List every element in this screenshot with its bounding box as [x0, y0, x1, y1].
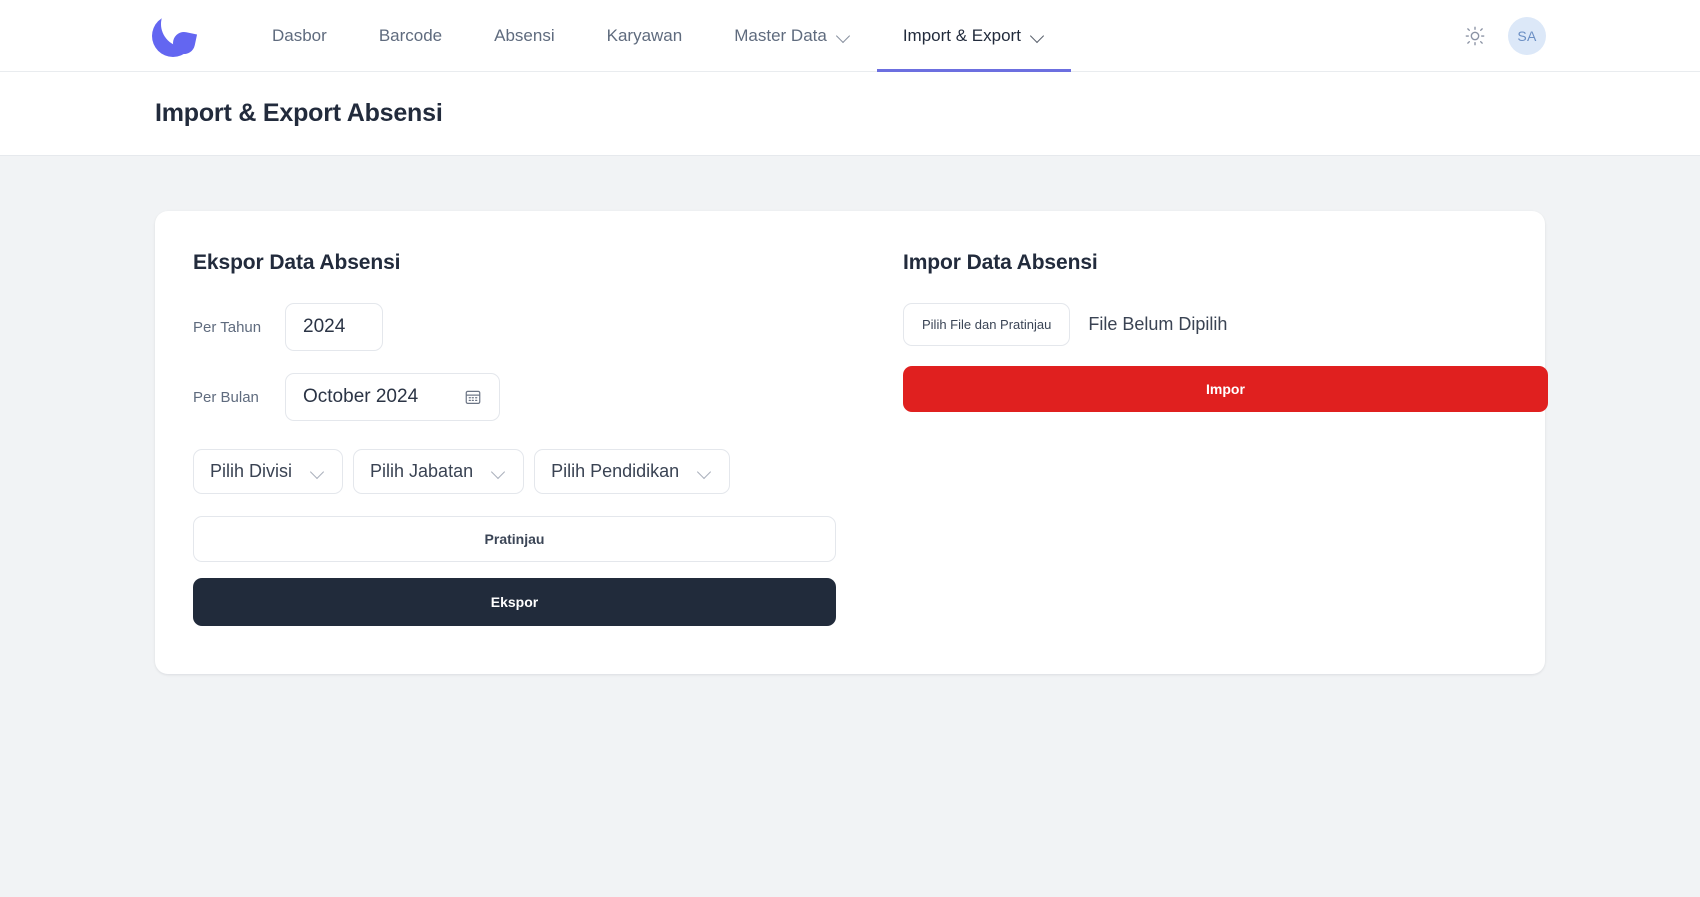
export-panel-title: Ekspor Data Absensi [193, 251, 883, 275]
avatar[interactable]: SA [1508, 17, 1546, 55]
file-status-text: File Belum Dipilih [1088, 314, 1227, 335]
app-logo-icon[interactable] [150, 13, 196, 59]
nav-label-import-export: Import & Export [903, 26, 1021, 46]
chevron-down-icon [491, 464, 507, 480]
nav-item-absensi[interactable]: Absensi [468, 0, 580, 72]
import-panel: Impor Data Absensi Pilih File dan Pratin… [883, 251, 1548, 626]
nav-item-master-data[interactable]: Master Data [708, 0, 877, 72]
nav-label-absensi: Absensi [494, 26, 554, 46]
chevron-down-icon [697, 464, 713, 480]
preview-button[interactable]: Pratinjau [193, 516, 836, 562]
export-panel: Ekspor Data Absensi Per Tahun Per Bulan … [193, 251, 883, 626]
nav-label-karyawan: Karyawan [607, 26, 683, 46]
calendar-icon [464, 388, 482, 406]
nav-links: Dasbor Barcode Absensi Karyawan Master D… [246, 0, 1071, 72]
month-label: Per Bulan [193, 389, 271, 406]
import-button[interactable]: Impor [903, 366, 1548, 412]
month-value: October 2024 [303, 386, 418, 408]
chevron-down-icon [1030, 28, 1045, 43]
file-select-row: Pilih File dan Pratinjau File Belum Dipi… [903, 303, 1548, 346]
nav-item-karyawan[interactable]: Karyawan [581, 0, 709, 72]
select-jabatan-label: Pilih Jabatan [370, 461, 473, 482]
select-divisi-label: Pilih Divisi [210, 461, 292, 482]
select-divisi[interactable]: Pilih Divisi [193, 449, 343, 494]
top-navbar: Dasbor Barcode Absensi Karyawan Master D… [0, 0, 1700, 72]
year-label: Per Tahun [193, 319, 271, 336]
navbar-actions: SA [1464, 17, 1664, 55]
choose-file-button[interactable]: Pilih File dan Pratinjau [903, 303, 1070, 346]
select-pendidikan[interactable]: Pilih Pendidikan [534, 449, 730, 494]
year-input[interactable] [285, 303, 383, 351]
filter-selects: Pilih Divisi Pilih Jabatan Pilih Pendidi… [193, 449, 883, 494]
chevron-down-icon [836, 28, 851, 43]
sun-icon[interactable] [1464, 25, 1486, 47]
content-card: Ekspor Data Absensi Per Tahun Per Bulan … [155, 211, 1545, 674]
month-picker[interactable]: October 2024 [285, 373, 500, 421]
select-pendidikan-label: Pilih Pendidikan [551, 461, 679, 482]
nav-label-master-data: Master Data [734, 26, 827, 46]
main-content: Ekspor Data Absensi Per Tahun Per Bulan … [0, 156, 1700, 674]
page-title: Import & Export Absensi [155, 99, 443, 128]
select-jabatan[interactable]: Pilih Jabatan [353, 449, 524, 494]
month-field-row: Per Bulan October 2024 [193, 373, 883, 421]
chevron-down-icon [310, 464, 326, 480]
nav-item-dasbor[interactable]: Dasbor [246, 0, 353, 72]
avatar-initials: SA [1517, 28, 1536, 44]
page-header: Import & Export Absensi [0, 72, 1700, 156]
nav-label-barcode: Barcode [379, 26, 442, 46]
export-button[interactable]: Ekspor [193, 578, 836, 626]
nav-item-barcode[interactable]: Barcode [353, 0, 468, 72]
nav-item-import-export[interactable]: Import & Export [877, 0, 1071, 72]
nav-label-dasbor: Dasbor [272, 26, 327, 46]
year-field-row: Per Tahun [193, 303, 883, 351]
import-panel-title: Impor Data Absensi [903, 251, 1548, 275]
